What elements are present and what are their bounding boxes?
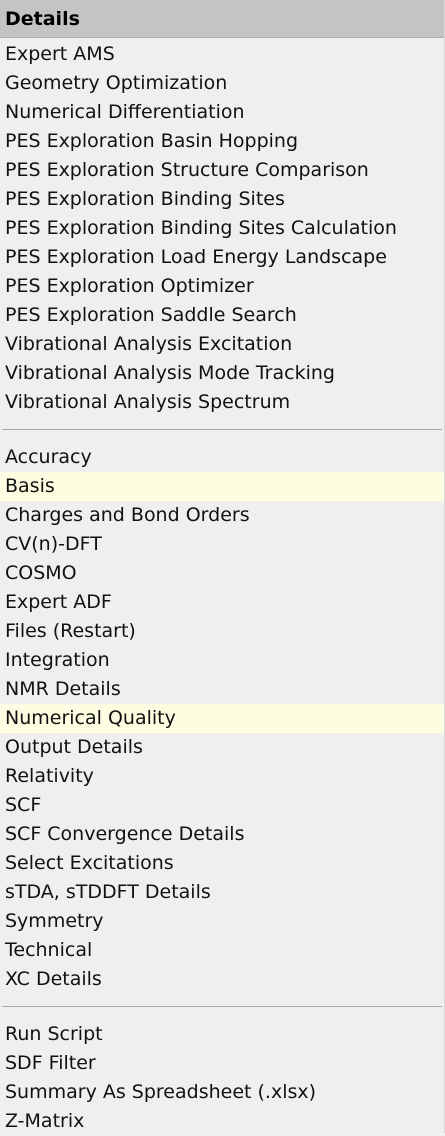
menu-item-summary-as-spreadsheet-xlsx[interactable]: Summary As Spreadsheet (.xlsx) bbox=[0, 1078, 444, 1107]
menu-item-nmr-details[interactable]: NMR Details bbox=[0, 675, 444, 704]
menu-item-pes-exploration-optimizer[interactable]: PES Exploration Optimizer bbox=[0, 272, 444, 301]
menu-item-pes-exploration-basin-hopping[interactable]: PES Exploration Basin Hopping bbox=[0, 127, 444, 156]
menu-item-output-details[interactable]: Output Details bbox=[0, 733, 444, 762]
menu-item-vibrational-analysis-spectrum[interactable]: Vibrational Analysis Spectrum bbox=[0, 388, 444, 417]
menu-item-stda-stddft-details[interactable]: sTDA, sTDDFT Details bbox=[0, 878, 444, 907]
menu-item-pes-exploration-saddle-search[interactable]: PES Exploration Saddle Search bbox=[0, 301, 444, 330]
menu-item-vibrational-analysis-mode-tracking[interactable]: Vibrational Analysis Mode Tracking bbox=[0, 359, 444, 388]
menu-item-integration[interactable]: Integration bbox=[0, 646, 444, 675]
menu-group: Expert AMS Geometry Optimization Numerical… bbox=[0, 38, 444, 417]
menu-item-files-restart[interactable]: Files (Restart) bbox=[0, 617, 444, 646]
menu-item-cosmo[interactable]: COSMO bbox=[0, 559, 444, 588]
menu-item-expert-adf[interactable]: Expert ADF bbox=[0, 588, 444, 617]
menu-item-numerical-differentiation[interactable]: Numerical Differentiation bbox=[0, 98, 444, 127]
menu-item-scf[interactable]: SCF bbox=[0, 791, 444, 820]
menu-item-sdf-filter[interactable]: SDF Filter bbox=[0, 1049, 444, 1078]
menu-group: Run Script SDF Filter Summary As Spreadshe… bbox=[0, 1018, 444, 1136]
menu-separator bbox=[2, 1006, 442, 1007]
menu-separator bbox=[2, 429, 442, 430]
menu-item-run-script[interactable]: Run Script bbox=[0, 1020, 444, 1049]
menu-item-expert-ams[interactable]: Expert AMS bbox=[0, 40, 444, 69]
menu-group: Accuracy Basis Charges and Bond Orders CV(n… bbox=[0, 441, 444, 994]
menu-item-accuracy[interactable]: Accuracy bbox=[0, 443, 444, 472]
menu-item-pes-exploration-binding-sites-calculation[interactable]: PES Exploration Binding Sites Calculatio… bbox=[0, 214, 444, 243]
details-menu: Details Expert AMS Geometry Optimization N… bbox=[0, 0, 445, 1133]
menu-item-select-excitations[interactable]: Select Excitations bbox=[0, 849, 444, 878]
menu-body: Expert AMS Geometry Optimization Numerical… bbox=[0, 38, 444, 1136]
menu-item-z-matrix[interactable]: Z-Matrix bbox=[0, 1107, 444, 1136]
menu-item-pes-exploration-structure-comparison[interactable]: PES Exploration Structure Comparison bbox=[0, 156, 444, 185]
menu-item-symmetry[interactable]: Symmetry bbox=[0, 907, 444, 936]
menu-item-scf-convergence-details[interactable]: SCF Convergence Details bbox=[0, 820, 444, 849]
menu-item-technical[interactable]: Technical bbox=[0, 936, 444, 965]
menu-item-xc-details[interactable]: XC Details bbox=[0, 965, 444, 994]
menu-item-cv-n-dft[interactable]: CV(n)-DFT bbox=[0, 530, 444, 559]
menu-item-geometry-optimization[interactable]: Geometry Optimization bbox=[0, 69, 444, 98]
menu-item-pes-exploration-load-energy-landscape[interactable]: PES Exploration Load Energy Landscape bbox=[0, 243, 444, 272]
menu-item-basis[interactable]: Basis bbox=[0, 472, 444, 501]
menu-item-pes-exploration-binding-sites[interactable]: PES Exploration Binding Sites bbox=[0, 185, 444, 214]
menu-item-relativity[interactable]: Relativity bbox=[0, 762, 444, 791]
menu-item-vibrational-analysis-excitation[interactable]: Vibrational Analysis Excitation bbox=[0, 330, 444, 359]
menu-title: Details bbox=[0, 0, 444, 38]
menu-item-numerical-quality[interactable]: Numerical Quality bbox=[0, 704, 444, 733]
menu-item-charges-and-bond-orders[interactable]: Charges and Bond Orders bbox=[0, 501, 444, 530]
